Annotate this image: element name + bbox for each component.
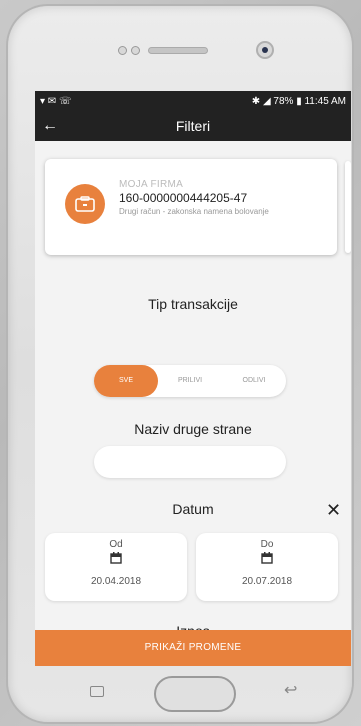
tab-sve[interactable]: SVE bbox=[94, 365, 158, 397]
date-to-value: 20.07.2018 bbox=[241, 576, 293, 587]
front-camera bbox=[256, 41, 274, 59]
account-description: Drugi račun - zakonska namena bolovanje bbox=[119, 207, 269, 216]
home-button[interactable] bbox=[154, 676, 236, 712]
show-changes-button[interactable]: PRIKAŽI PROMENE bbox=[35, 630, 351, 666]
status-left-icons: ▾ ✉ ☏ bbox=[40, 95, 72, 107]
status-bar: ▾ ✉ ☏ ✱ ◢ 78% ▮ 11:45 AM bbox=[35, 91, 351, 111]
transaction-type-title: Tip transakcije bbox=[148, 296, 238, 312]
date-to-label: Do bbox=[260, 539, 274, 550]
back-icon[interactable]: ↩ bbox=[284, 680, 297, 700]
wallet-icon bbox=[65, 184, 105, 224]
recent-apps-icon[interactable] bbox=[90, 686, 104, 697]
calendar-icon bbox=[261, 552, 273, 564]
date-title: Datum bbox=[172, 501, 214, 517]
phone-frame: ▾ ✉ ☏ ✱ ◢ 78% ▮ 11:45 AM ← Filteri MOJA … bbox=[8, 6, 352, 722]
counterparty-title: Naziv druge strane bbox=[134, 421, 252, 437]
date-from-label: Od bbox=[109, 539, 123, 550]
status-right: ✱ ◢ 78% ▮ 11:45 AM bbox=[251, 95, 346, 107]
counterparty-input[interactable] bbox=[94, 446, 286, 478]
account-info: MOJA FIRMA 160-0000000444205-47 Drugi ra… bbox=[119, 179, 319, 217]
account-number: 160-0000000444205-47 bbox=[119, 191, 248, 205]
earpiece-speaker bbox=[148, 47, 208, 54]
app-bar: ← Filteri bbox=[35, 111, 351, 141]
transaction-type-toggle: SVE PRILIVI ODLIVI bbox=[94, 365, 286, 397]
tab-odlivi[interactable]: ODLIVI bbox=[222, 365, 286, 397]
calendar-icon bbox=[110, 552, 122, 564]
close-icon[interactable]: ✕ bbox=[326, 500, 341, 521]
next-account-card[interactable] bbox=[345, 161, 351, 253]
filter-content: MOJA FIRMA 160-0000000444205-47 Drugi ra… bbox=[35, 141, 351, 666]
tab-prilivi[interactable]: PRILIVI bbox=[158, 365, 222, 397]
app-screen: ▾ ✉ ☏ ✱ ◢ 78% ▮ 11:45 AM ← Filteri MOJA … bbox=[35, 91, 351, 666]
date-from-value: 20.04.2018 bbox=[90, 576, 142, 587]
page-title: Filteri bbox=[175, 118, 211, 134]
sensor-dots bbox=[118, 46, 140, 55]
account-company: MOJA FIRMA bbox=[119, 179, 184, 190]
date-to-picker[interactable]: Do 20.07.2018 bbox=[196, 533, 338, 601]
account-card[interactable]: MOJA FIRMA 160-0000000444205-47 Drugi ra… bbox=[45, 159, 337, 255]
date-from-picker[interactable]: Od 20.04.2018 bbox=[45, 533, 187, 601]
